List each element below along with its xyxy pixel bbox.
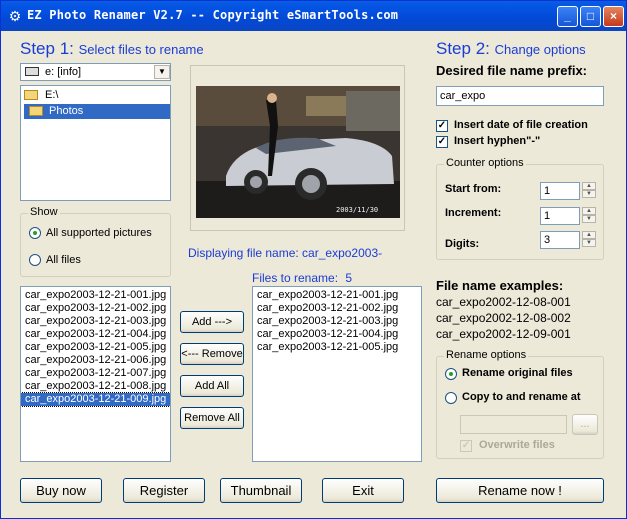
list-item[interactable]: car_expo2003-12-21-009.jpg: [21, 392, 170, 407]
show-supported-radio[interactable]: [29, 227, 41, 239]
title-bar[interactable]: ⚙ EZ Photo Renamer V2.7 -- Copyright eSm…: [1, 1, 626, 31]
counter-group-title: Counter options: [444, 157, 526, 169]
buy-now-button[interactable]: Buy now: [20, 478, 102, 503]
examples-title: File name examples:: [436, 278, 564, 293]
folder-tree[interactable]: E:\ Photos: [20, 85, 171, 201]
prefix-label: Desired file name prefix:: [436, 63, 587, 78]
drive-select[interactable]: e: [info] ▼: [20, 63, 171, 81]
rename-original-label: Rename original files: [462, 367, 573, 379]
minimize-button[interactable]: _: [557, 6, 578, 27]
list-item[interactable]: car_expo2003-12-21-005.jpg: [253, 341, 421, 354]
list-item[interactable]: car_expo2003-12-21-003.jpg: [253, 315, 421, 328]
rename-options-title: Rename options: [444, 349, 529, 361]
close-button[interactable]: ×: [603, 6, 624, 27]
photo-preview-image: 2003/11/30: [196, 86, 400, 218]
overwrite-label: Overwrite files: [479, 439, 555, 451]
copy-path-input[interactable]: [460, 415, 567, 434]
increment-label: Increment:: [445, 207, 502, 219]
rename-file-list[interactable]: car_expo2003-12-21-001.jpg car_expo2003-1…: [252, 286, 422, 462]
remove-all-button[interactable]: Remove All: [180, 407, 244, 429]
digits-input[interactable]: [540, 231, 580, 249]
open-folder-icon: [29, 106, 43, 116]
folder-label: E:\: [45, 89, 59, 101]
list-item[interactable]: car_expo2003-12-21-004.jpg: [21, 328, 170, 341]
drive-icon: [25, 67, 39, 76]
list-item[interactable]: car_expo2003-12-21-008.jpg: [21, 380, 170, 393]
exit-button[interactable]: Exit: [322, 478, 404, 503]
prefix-input[interactable]: [436, 86, 604, 106]
drive-value: e: [info]: [45, 66, 82, 78]
step2-subtitle: Change options: [494, 42, 586, 57]
list-item[interactable]: car_expo2003-12-21-001.jpg: [253, 289, 421, 302]
insert-date-checkbox[interactable]: ✓: [436, 120, 448, 132]
show-all-label: All files: [46, 254, 81, 266]
chevron-down-icon[interactable]: ▼: [154, 65, 170, 79]
files-to-rename-count: 5: [345, 271, 353, 285]
step1-heading: Step 1: Select files to rename: [20, 39, 204, 59]
overwrite-checkbox[interactable]: ✓: [460, 440, 472, 452]
digits-spinner[interactable]: ▲ ▼: [582, 231, 596, 247]
show-supported-label: All supported pictures: [46, 227, 152, 239]
rename-original-radio[interactable]: [445, 368, 457, 380]
gear-icon: ⚙: [8, 8, 22, 24]
add-all-button[interactable]: Add All: [180, 375, 244, 397]
folder-label: Photos: [49, 105, 84, 117]
digits-label: Digits:: [445, 238, 480, 250]
rename-now-button[interactable]: Rename now !: [436, 478, 604, 503]
insert-hyphen-checkbox[interactable]: ✓: [436, 136, 448, 148]
thumbnail-button[interactable]: Thumbnail: [220, 478, 302, 503]
show-all-radio[interactable]: [29, 254, 41, 266]
rename-options-group: Rename options Rename original files Cop…: [436, 349, 604, 459]
show-group-title: Show: [28, 206, 60, 218]
folder-item-root[interactable]: E:\: [24, 89, 170, 103]
example-item: car_expo2002-12-09-001: [436, 327, 571, 341]
maximize-button[interactable]: □: [580, 6, 601, 27]
step2-prefix: Step 2:: [436, 39, 490, 58]
start-from-label: Start from:: [445, 183, 502, 195]
list-item[interactable]: car_expo2003-12-21-005.jpg: [21, 341, 170, 354]
list-item[interactable]: car_expo2003-12-21-003.jpg: [21, 315, 170, 328]
remove-button[interactable]: <--- Remove: [180, 343, 244, 365]
step1-prefix: Step 1:: [20, 39, 74, 58]
add-button[interactable]: Add --->: [180, 311, 244, 333]
files-to-rename-heading: Files to rename: 5: [252, 271, 352, 285]
counter-group: Counter options Start from: ▲▼ Increment…: [436, 157, 604, 260]
list-item[interactable]: car_expo2003-12-21-007.jpg: [21, 367, 170, 380]
show-group: Show All supported pictures All files: [20, 206, 171, 277]
step1-subtitle: Select files to rename: [78, 42, 204, 57]
example-item: car_expo2002-12-08-001: [436, 295, 571, 309]
files-to-rename-label: Files to rename:: [252, 271, 339, 285]
list-item[interactable]: car_expo2003-12-21-002.jpg: [21, 302, 170, 315]
copy-rename-label: Copy to and rename at: [462, 391, 581, 403]
browse-button[interactable]: ...: [572, 414, 598, 435]
list-item[interactable]: car_expo2003-12-21-002.jpg: [253, 302, 421, 315]
list-item[interactable]: car_expo2003-12-21-006.jpg: [21, 354, 170, 367]
folder-icon: [24, 90, 38, 100]
register-button[interactable]: Register: [123, 478, 205, 503]
list-item[interactable]: car_expo2003-12-21-004.jpg: [253, 328, 421, 341]
list-item[interactable]: car_expo2003-12-21-001.jpg: [21, 289, 170, 302]
insert-hyphen-label: Insert hyphen"-": [454, 135, 541, 147]
insert-date-label: Insert date of file creation: [454, 119, 588, 131]
photo-preview-frame: 2003/11/30: [190, 65, 405, 231]
app-window: ⚙ EZ Photo Renamer V2.7 -- Copyright eSm…: [0, 0, 627, 519]
window-title: EZ Photo Renamer V2.7 -- Copyright eSmar…: [27, 8, 399, 22]
start-from-input[interactable]: [540, 182, 580, 200]
start-from-spinner[interactable]: ▲ ▼: [582, 182, 596, 198]
copy-rename-radio[interactable]: [445, 392, 457, 404]
displaying-filename-label: Displaying file name: car_expo2003-: [188, 246, 383, 260]
step2-heading: Step 2: Change options: [436, 39, 586, 59]
photo-timestamp: 2003/11/30: [336, 206, 378, 214]
source-file-list[interactable]: car_expo2003-12-21-001.jpg car_expo2003-1…: [20, 286, 171, 462]
increment-input[interactable]: [540, 207, 580, 225]
increment-spinner[interactable]: ▲ ▼: [582, 207, 596, 223]
example-item: car_expo2002-12-08-002: [436, 311, 571, 325]
folder-item-photos[interactable]: Photos: [24, 104, 170, 119]
